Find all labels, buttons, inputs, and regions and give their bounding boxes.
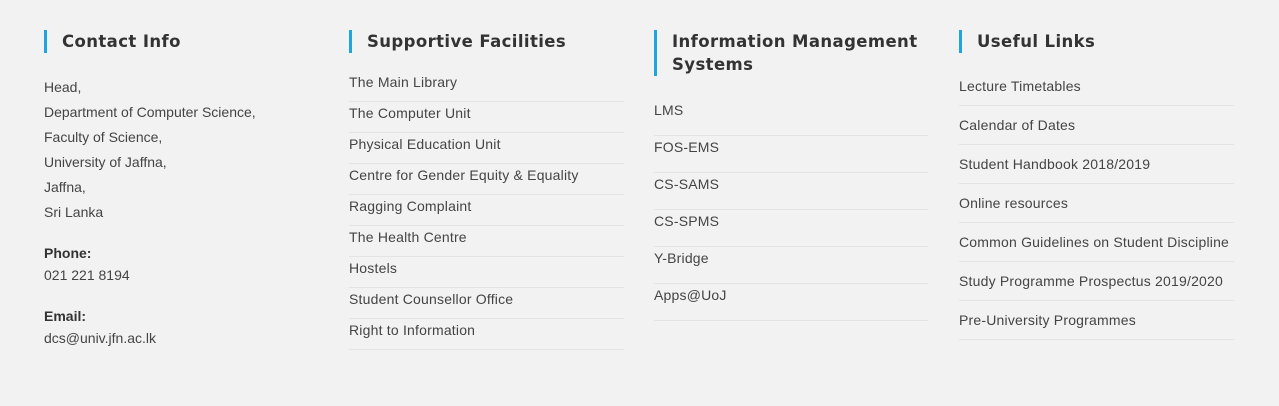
- facility-link-counsellor-office[interactable]: Student Counsellor Office: [349, 288, 624, 319]
- email-label: Email:: [44, 308, 87, 324]
- address-line: Jaffna,: [44, 179, 86, 195]
- useful-link-programme-prospectus[interactable]: Study Programme Prospectus 2019/2020: [959, 270, 1234, 301]
- useful-link-pre-university[interactable]: Pre-University Programmes: [959, 309, 1234, 340]
- phone-label: Phone:: [44, 245, 92, 261]
- address-line: Department of Computer Science,: [44, 104, 256, 120]
- information-management-heading: Information Management Systems: [654, 30, 928, 76]
- facilities-link-list: The Main Library The Computer Unit Physi…: [349, 71, 624, 350]
- ims-link-list: LMS FOS-EMS CS-SAMS CS-SPMS Y-Bridge App…: [654, 99, 928, 321]
- address-line: Head,: [44, 79, 82, 95]
- ims-link-cs-spms[interactable]: CS-SPMS: [654, 210, 928, 247]
- useful-link-calendar-of-dates[interactable]: Calendar of Dates: [959, 114, 1234, 145]
- facility-link-gender-equity[interactable]: Centre for Gender Equity & Equality: [349, 164, 624, 195]
- information-management-column: Information Management Systems LMS FOS-E…: [654, 30, 928, 321]
- contact-info-heading: Contact Info: [44, 30, 314, 53]
- useful-link-lecture-timetables[interactable]: Lecture Timetables: [959, 75, 1234, 106]
- facility-link-physical-education[interactable]: Physical Education Unit: [349, 133, 624, 164]
- address-line: University of Jaffna,: [44, 154, 167, 170]
- useful-links-column: Useful Links Lecture Timetables Calendar…: [959, 30, 1234, 348]
- useful-links-heading: Useful Links: [959, 30, 1234, 53]
- address-line: Faculty of Science,: [44, 129, 163, 145]
- facility-link-right-to-information[interactable]: Right to Information: [349, 319, 624, 350]
- ims-link-cs-sams[interactable]: CS-SAMS: [654, 173, 928, 210]
- supportive-facilities-column: Supportive Facilities The Main Library T…: [349, 30, 624, 350]
- useful-link-list: Lecture Timetables Calendar of Dates Stu…: [959, 75, 1234, 340]
- contact-info-column: Contact Info Head, Department of Compute…: [44, 30, 314, 345]
- ims-link-apps-uoj[interactable]: Apps@UoJ: [654, 284, 928, 321]
- ims-link-lms[interactable]: LMS: [654, 99, 928, 136]
- facility-link-main-library[interactable]: The Main Library: [349, 71, 624, 102]
- supportive-facilities-heading: Supportive Facilities: [349, 30, 624, 53]
- facility-link-hostels[interactable]: Hostels: [349, 257, 624, 288]
- contact-address: Head, Department of Computer Science, Fa…: [44, 75, 314, 225]
- useful-link-discipline-guidelines[interactable]: Common Guidelines on Student Discipline: [959, 231, 1234, 262]
- site-footer: Contact Info Head, Department of Compute…: [0, 0, 1279, 406]
- address-line: Sri Lanka: [44, 204, 104, 220]
- useful-link-online-resources[interactable]: Online resources: [959, 192, 1234, 223]
- facility-link-computer-unit[interactable]: The Computer Unit: [349, 102, 624, 133]
- facility-link-ragging-complaint[interactable]: Ragging Complaint: [349, 195, 624, 226]
- useful-link-student-handbook[interactable]: Student Handbook 2018/2019: [959, 153, 1234, 184]
- facility-link-health-centre[interactable]: The Health Centre: [349, 226, 624, 257]
- ims-link-y-bridge[interactable]: Y-Bridge: [654, 247, 928, 284]
- phone-number: 021 221 8194: [44, 267, 130, 283]
- email-address[interactable]: dcs@univ.jfn.ac.lk: [44, 331, 314, 345]
- ims-link-fos-ems[interactable]: FOS-EMS: [654, 136, 928, 173]
